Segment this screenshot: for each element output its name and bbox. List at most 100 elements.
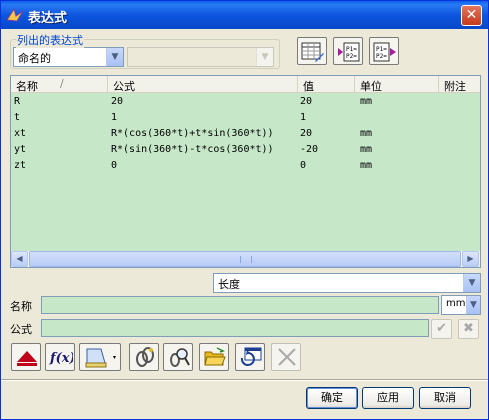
chevron-down-icon: ▼ — [466, 296, 480, 314]
row-unit: mm — [360, 144, 373, 155]
chevron-right-icon: ▶ — [467, 254, 474, 263]
row-value: 20 — [300, 128, 313, 139]
delete-expression-button — [271, 343, 301, 371]
scroll-thumb[interactable] — [29, 251, 461, 267]
unit-select[interactable]: mm ▼ — [441, 295, 481, 315]
list-header: 名称 ∕ 公式 值 单位 附注 — [11, 76, 480, 93]
measure-distance-icon — [85, 348, 116, 368]
folder-open-icon — [204, 347, 226, 366]
row-formula: 1 — [111, 112, 118, 123]
listed-expressions-label: 列出的表达式 — [16, 32, 84, 48]
search-link-icon — [170, 348, 190, 367]
row-unit: mm — [360, 128, 373, 139]
table-row[interactable]: xt R*(cos(360*t)+t*sin(360*t)) 20 mm — [11, 126, 480, 142]
expression-filter-value: 命名的 — [18, 52, 51, 65]
measure-dropdown-button[interactable] — [79, 343, 121, 371]
expression-list[interactable]: 名称 ∕ 公式 值 单位 附注 R 20 20 mm t 1 1 xt R*(c… — [10, 75, 481, 268]
sort-ascending-icon: ∕ — [60, 77, 64, 90]
column-header-name[interactable]: 名称 ∕ — [11, 76, 108, 93]
window-title: 表达式 — [28, 11, 68, 26]
row-formula: 20 — [111, 96, 124, 107]
export-expressions-button[interactable]: P1= P2= — [369, 37, 399, 65]
function-button[interactable]: f(x) — [45, 343, 75, 371]
triangle-up-icon — [17, 351, 37, 366]
title-bar[interactable]: 表达式 ✕ — [1, 1, 488, 29]
column-name-label: 名称 — [16, 80, 38, 93]
open-file-button[interactable] — [199, 343, 229, 371]
svg-text:f(x): f(x) — [49, 351, 73, 366]
chevron-down-icon: ▼ — [463, 274, 480, 292]
table-row[interactable]: yt R*(sin(360*t)-t*cos(360*t)) -20 mm — [11, 142, 480, 158]
create-expression-button[interactable] — [11, 343, 41, 371]
column-header-value[interactable]: 值 — [298, 76, 355, 93]
name-input[interactable] — [41, 296, 439, 314]
column-unit-label: 单位 — [360, 80, 382, 93]
cancel-button[interactable]: 取消 — [419, 387, 471, 409]
scroll-right-button[interactable]: ▶ — [462, 251, 479, 267]
row-formula: 0 — [111, 160, 118, 171]
expression-filter-select[interactable]: 命名的 ▼ — [13, 47, 124, 67]
row-name: R — [14, 96, 21, 107]
function-fx-icon: f(x) — [49, 351, 73, 366]
footer-divider — [1, 379, 488, 381]
ok-button[interactable]: 确定 — [306, 387, 358, 409]
import-expressions-button[interactable]: P1= P2= — [333, 37, 363, 65]
expression-dialog: 表达式 ✕ 列出的表达式 命名的 ▼ ▼ P1= P2= P1= P2= 名称 … — [0, 0, 489, 420]
accept-formula-button: ✔ — [431, 319, 452, 339]
dimension-select[interactable]: 长度 ▼ — [213, 273, 481, 293]
table-row[interactable]: zt 0 0 mm — [11, 158, 480, 174]
row-unit: mm — [360, 96, 373, 107]
close-icon: ✕ — [465, 7, 478, 23]
delete-x-icon — [278, 348, 296, 366]
row-value: -20 — [300, 144, 319, 155]
table-row[interactable]: R 20 20 mm — [11, 94, 480, 110]
spreadsheet-edit-button[interactable] — [297, 37, 327, 65]
column-formula-label: 公式 — [113, 80, 135, 93]
row-value: 20 — [300, 96, 313, 107]
chevron-down-icon: ▼ — [106, 48, 123, 66]
apply-button[interactable]: 应用 — [362, 387, 414, 409]
reject-formula-button: ✖ — [458, 319, 479, 339]
update-button[interactable] — [235, 343, 265, 371]
secondary-filter-select: ▼ — [127, 47, 274, 67]
app-logo-icon — [6, 7, 24, 22]
row-formula: R*(sin(360*t)-t*cos(360*t)) — [111, 144, 274, 155]
row-value: 0 — [300, 160, 307, 171]
scroll-left-button[interactable]: ◀ — [11, 251, 28, 267]
row-name: zt — [14, 160, 27, 171]
formula-input[interactable] — [41, 319, 429, 337]
chain-link-icon — [136, 347, 154, 367]
formula-label: 公式 — [10, 323, 32, 336]
unit-value: mm — [446, 298, 466, 309]
import-p1-p2-icon: P1= P2= — [338, 42, 360, 62]
close-button[interactable]: ✕ — [461, 5, 482, 26]
svg-text:P2=: P2= — [346, 53, 357, 60]
find-expression-button[interactable] — [163, 343, 193, 371]
row-name: xt — [14, 128, 27, 139]
export-p1-p2-icon: P1= P2= — [373, 42, 396, 62]
svg-text:P1=: P1= — [346, 46, 357, 53]
column-value-label: 值 — [303, 80, 314, 93]
refresh-window-icon — [240, 347, 262, 366]
name-label: 名称 — [10, 300, 32, 313]
column-header-note[interactable]: 附注 — [439, 76, 480, 93]
chevron-left-icon: ◀ — [16, 254, 23, 263]
table-row[interactable]: t 1 1 — [11, 110, 480, 126]
scroll-grip-icon — [240, 256, 252, 263]
column-header-unit[interactable]: 单位 — [355, 76, 439, 93]
chevron-down-icon: ▼ — [256, 48, 273, 66]
checkmark-icon: ✔ — [436, 321, 447, 336]
svg-text:P2=: P2= — [376, 53, 387, 60]
row-formula: R*(cos(360*t)+t*sin(360*t)) — [111, 128, 274, 139]
svg-text:P1=: P1= — [376, 46, 387, 53]
cross-icon: ✖ — [463, 321, 474, 336]
row-unit: mm — [360, 160, 373, 171]
spreadsheet-icon — [301, 42, 324, 62]
reference-button[interactable] — [129, 343, 159, 371]
dimension-value: 长度 — [218, 278, 240, 291]
row-value: 1 — [300, 112, 307, 123]
horizontal-scrollbar[interactable]: ◀ ▶ — [11, 251, 480, 267]
row-name: yt — [14, 144, 27, 155]
row-name: t — [14, 112, 21, 123]
column-header-formula[interactable]: 公式 — [108, 76, 298, 93]
